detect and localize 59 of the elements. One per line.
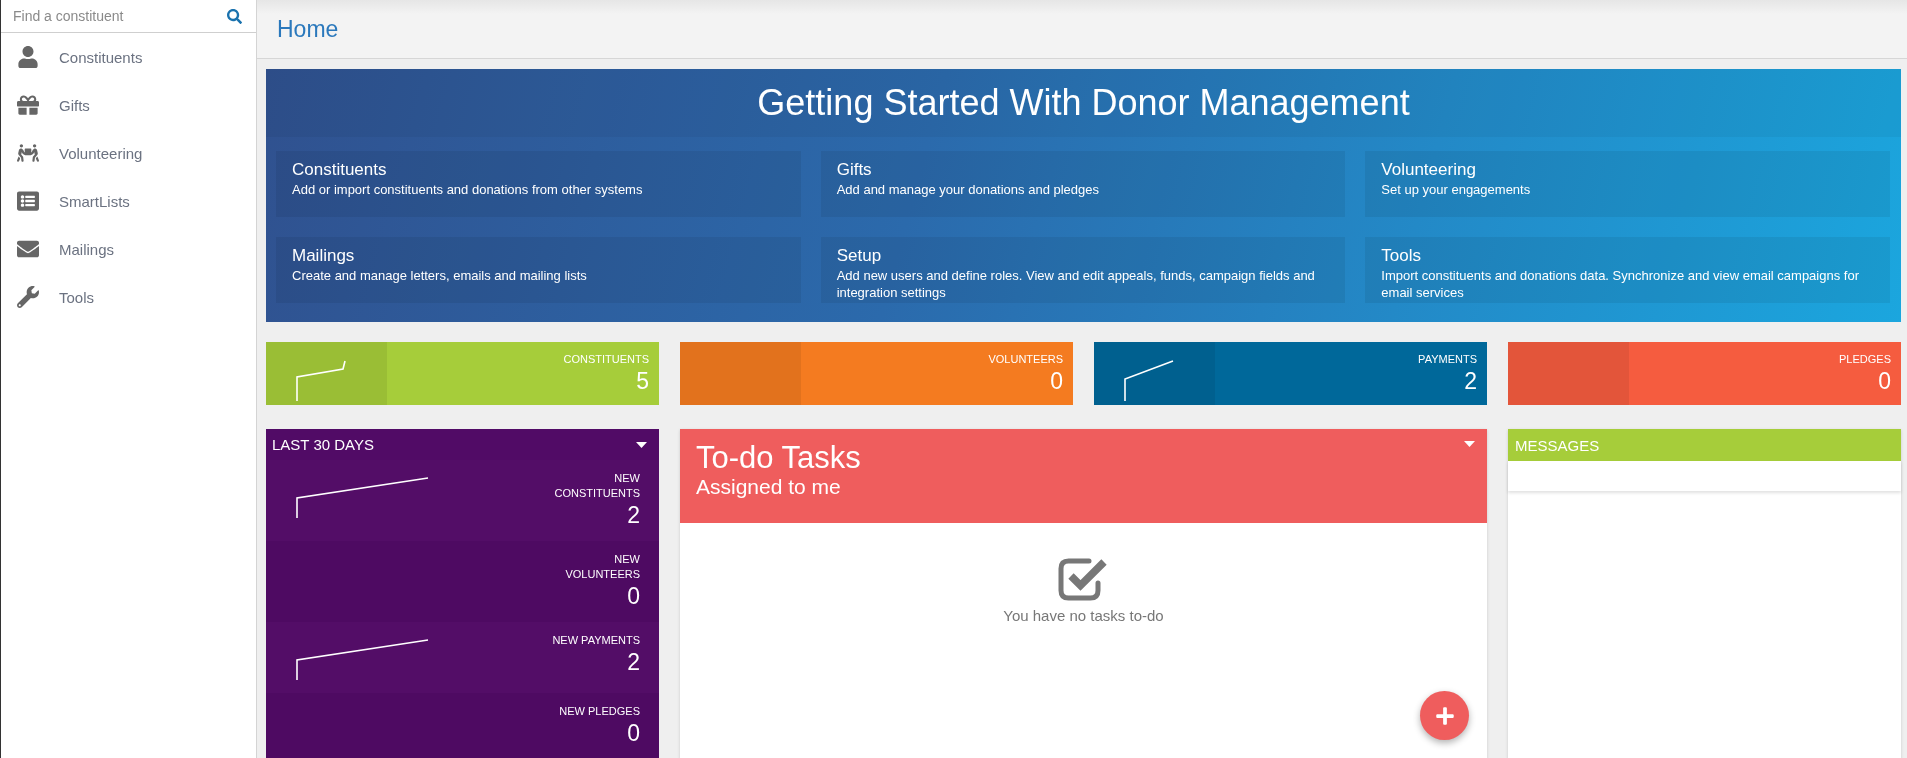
- getting-started-card[interactable]: Volunteering Set up your engagements: [1365, 151, 1890, 217]
- search-icon[interactable]: [227, 8, 242, 24]
- card-description: Add or import constituents and donations from other systems: [292, 181, 644, 198]
- check-square-icon: [1057, 556, 1110, 601]
- card-description: Import constituents and donations data. Synchronize and view email campaigns for email services: [1381, 267, 1860, 301]
- card-title: Volunteering: [1381, 160, 1477, 180]
- tile-label: VOLUNTEERS: [988, 352, 1063, 367]
- todo-title: To-do Tasks: [696, 441, 861, 475]
- empty-message: You have no tasks to-do: [1003, 606, 1164, 626]
- card-description: Add and manage your donations and pledges: [836, 181, 1101, 198]
- tile-value: 2: [1464, 367, 1477, 395]
- card-description: Add new users and define roles. View and edit appeals, funds, campaign fields and integration settings: [836, 267, 1316, 301]
- add-task-button[interactable]: [1420, 691, 1469, 740]
- tile-value: 5: [636, 367, 649, 395]
- getting-started-card[interactable]: Setup Add new users and define roles. View and edit appeals, funds, campaign fields and integration settings: [820, 237, 1346, 303]
- stat-label: NEW CONSTITUENTS: [553, 471, 640, 501]
- stat-value: 0: [627, 719, 640, 747]
- card-description: Set up your engagements: [1381, 181, 1532, 198]
- tile-label: PLEDGES: [1839, 352, 1891, 367]
- nav-item[interactable]: Constituents: [1, 33, 256, 81]
- card-description: Create and manage letters, emails and mailing lists: [292, 267, 588, 284]
- card-title: Gifts: [836, 160, 873, 180]
- stat-value: 2: [627, 501, 640, 529]
- envelope-icon: [17, 238, 39, 260]
- banner-title: Getting Started With Donor Management: [266, 69, 1901, 137]
- page-title: Home: [277, 15, 339, 43]
- stat-label: NEW PLEDGES: [559, 704, 640, 719]
- nav-item[interactable]: SmartLists: [1, 177, 256, 225]
- people-carrying-box-icon: [17, 142, 39, 164]
- getting-started-card[interactable]: Constituents Add or import constituents and donations from other systems: [276, 151, 801, 217]
- nav-item[interactable]: Tools: [1, 273, 256, 321]
- card-title: Tools: [1381, 246, 1422, 266]
- stat-value: 2: [627, 648, 640, 676]
- nav-item[interactable]: Volunteering: [1, 129, 256, 177]
- gift-icon: [17, 94, 39, 116]
- nav-item[interactable]: Gifts: [1, 81, 256, 129]
- tile-label: PAYMENTS: [1418, 352, 1477, 367]
- list-icon: [17, 190, 39, 212]
- wrench-icon: [17, 286, 39, 308]
- getting-started-card[interactable]: Mailings Create and manage letters, emails and mailing lists: [276, 237, 801, 303]
- panel-title: LAST 30 DAYS: [272, 436, 374, 453]
- nav-item[interactable]: Mailings: [1, 225, 256, 273]
- tile-label: CONSTITUENTS: [563, 352, 649, 367]
- person-icon: [17, 46, 39, 68]
- search-field[interactable]: Find a constituent: [13, 5, 219, 27]
- getting-started-card[interactable]: Tools Import constituents and donations data. Synchronize and view email campaigns for email services: [1365, 237, 1890, 303]
- tile-value: 0: [1050, 367, 1063, 395]
- card-title: Setup: [836, 246, 883, 266]
- card-title: Mailings: [292, 246, 356, 266]
- caret-down-icon[interactable]: [636, 441, 647, 448]
- card-title: Constituents: [292, 160, 388, 180]
- stat-label: NEW PAYMENTS: [552, 633, 640, 648]
- tile-value: 0: [1878, 367, 1891, 395]
- messages-header: MESSAGES: [1508, 429, 1901, 461]
- getting-started-card[interactable]: Gifts Add and manage your donations and pledges: [820, 151, 1346, 217]
- stat-value: 0: [627, 582, 640, 610]
- plus-icon: [1434, 705, 1455, 726]
- todo-subtitle: Assigned to me: [696, 475, 842, 499]
- stat-label: NEW VOLUNTEERS: [564, 552, 640, 582]
